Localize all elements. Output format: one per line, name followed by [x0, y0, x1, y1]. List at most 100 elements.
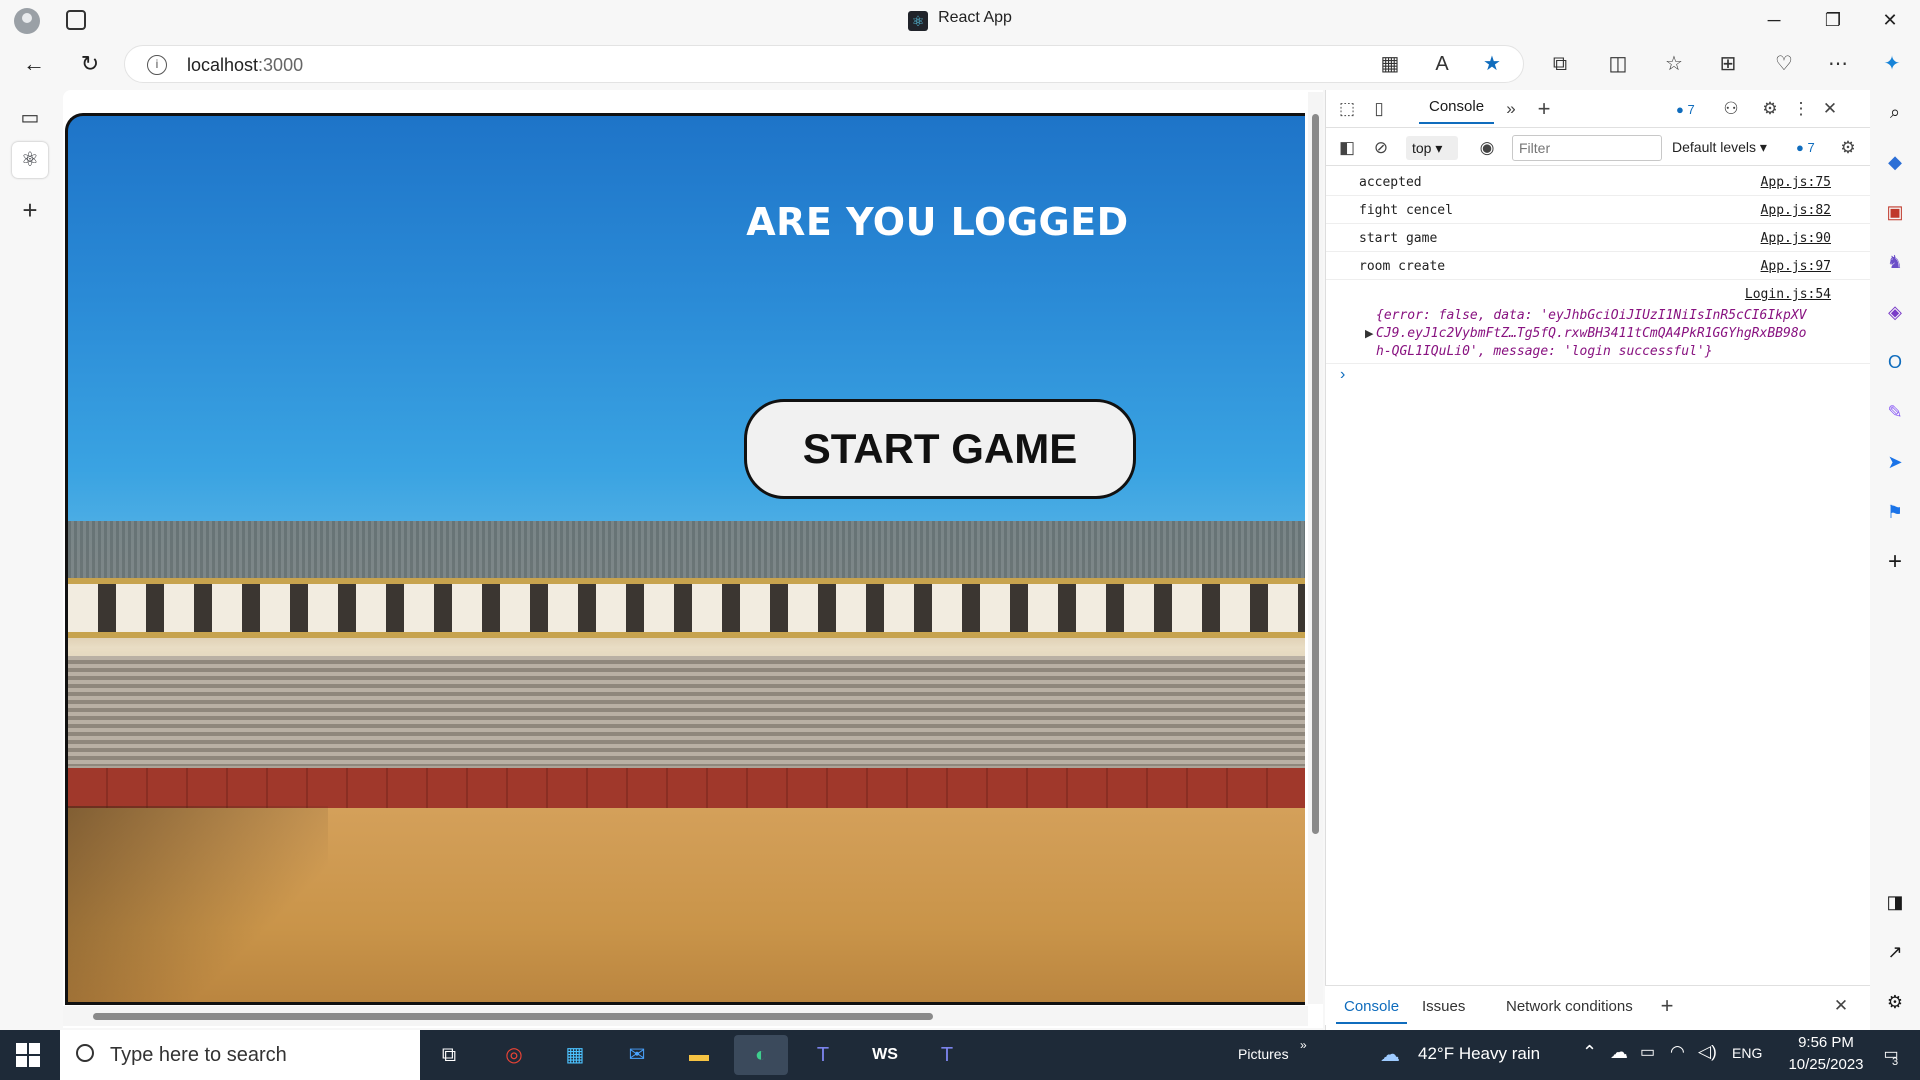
favorite-star-icon[interactable]: ★ [1478, 50, 1506, 78]
tools-icon[interactable]: ▣ [1881, 198, 1909, 226]
browser-essentials-icon[interactable]: ♡ [1770, 50, 1798, 78]
hscroll-thumb[interactable] [93, 1013, 933, 1020]
close-button[interactable]: ✕ [1867, 6, 1913, 34]
sidebar-toggle-icon[interactable]: ◧ [1335, 136, 1359, 160]
react-tab-icon[interactable]: ⚛ [12, 142, 48, 178]
log-source-link[interactable]: App.js:97 [1761, 259, 1831, 274]
address-bar[interactable]: i localhost:3000 [124, 45, 1524, 83]
copilot-icon[interactable]: ✦ [1878, 50, 1906, 78]
teams-icon[interactable]: T [920, 1035, 974, 1075]
wifi-icon[interactable]: ◠ [1670, 1042, 1685, 1062]
add-tab-icon[interactable]: + [1532, 97, 1556, 121]
start-game-button[interactable]: START GAME [744, 399, 1136, 499]
log-source-link[interactable]: App.js:90 [1761, 231, 1831, 246]
notification-center-icon[interactable]: ▭ [1876, 1040, 1906, 1070]
toolbar-expand-icon[interactable]: » [1300, 1038, 1307, 1052]
file-explorer-icon[interactable]: ▬ [672, 1035, 726, 1075]
hide-sidebar-icon[interactable]: ◨ [1881, 888, 1909, 916]
tab-console[interactable]: Console [1418, 98, 1495, 124]
taskbar: Type here to search ⧉ ◎ ▦ ✉ ▬ ◐ T WS T P… [0, 1030, 1920, 1080]
toolbar-issues-badge[interactable]: ● 7 [1796, 140, 1815, 155]
add-sidebar-app-icon[interactable]: + [1881, 548, 1909, 576]
vertical-scrollbar[interactable] [1308, 92, 1323, 1004]
microsoft-365-icon[interactable]: ◈ [1881, 298, 1909, 326]
task-view-icon[interactable]: ⧉ [422, 1035, 476, 1075]
url-port: :3000 [258, 55, 304, 75]
context-select[interactable]: top ▾ [1406, 136, 1458, 160]
device-emulation-icon[interactable]: ▯ [1367, 97, 1391, 121]
taskbar-search[interactable]: Type here to search [60, 1030, 420, 1080]
console-settings-icon[interactable]: ⚙ [1836, 136, 1860, 160]
expand-triangle-icon[interactable]: ▶ [1365, 327, 1373, 340]
log-source-link[interactable]: Login.js:54 [1745, 287, 1831, 302]
object-preview-line[interactable]: h-QGL1IQuLi0', message: 'login successfu… [1376, 344, 1836, 359]
extensions-icon[interactable]: ⧉ [1546, 50, 1574, 78]
app-available-icon[interactable]: ▦ [1376, 50, 1404, 78]
inspect-element-icon[interactable]: ⬚ [1335, 97, 1359, 121]
drawer-add-tab-icon[interactable]: + [1655, 994, 1679, 1018]
devtools-menu-icon[interactable]: ⋮ [1789, 97, 1813, 121]
drawer-tab-network-conditions[interactable]: Network conditions [1506, 998, 1633, 1015]
language-indicator[interactable]: ENG [1732, 1045, 1762, 1061]
close-drawer-icon[interactable]: ✕ [1829, 994, 1853, 1018]
horizontal-scrollbar[interactable] [63, 1006, 1308, 1026]
outlook-icon[interactable]: O [1881, 348, 1909, 376]
log-source-link[interactable]: App.js:75 [1761, 175, 1831, 190]
mail-icon[interactable]: ✉ [610, 1035, 664, 1075]
open-external-icon[interactable]: ↗ [1881, 938, 1909, 966]
remote-devices-icon[interactable]: ⚇ [1719, 97, 1743, 121]
edge-icon[interactable]: ◐ [734, 1035, 788, 1075]
shopping-tag-icon[interactable]: ◆ [1881, 148, 1909, 176]
battery-icon[interactable]: ▭ [1640, 1042, 1655, 1062]
collections-icon[interactable]: ⊞ [1714, 50, 1742, 78]
feedback-flag-icon[interactable]: ⚑ [1881, 498, 1909, 526]
filter-input[interactable] [1512, 135, 1662, 161]
weather-widget[interactable]: 42°F Heavy rain [1418, 1044, 1540, 1064]
settings-gear-icon[interactable]: ⚙ [1758, 97, 1782, 121]
restore-button[interactable]: ❐ [1810, 6, 1856, 34]
more-tabs-icon[interactable]: » [1499, 97, 1523, 121]
live-expression-eye-icon[interactable]: ◉ [1475, 136, 1499, 160]
drawer-tab-issues[interactable]: Issues [1422, 998, 1465, 1015]
clock-date[interactable]: 10/25/2023 [1774, 1056, 1878, 1073]
drop-send-icon[interactable]: ➤ [1881, 448, 1909, 476]
volume-icon[interactable]: ◁) [1698, 1042, 1717, 1062]
onedrive-icon[interactable]: ☁ [1610, 1042, 1628, 1063]
sidebar-settings-icon[interactable]: ⚙ [1881, 988, 1909, 1016]
window-title-area: ⚛ React App [0, 9, 1920, 31]
microsoft-store-icon[interactable]: ▦ [548, 1035, 602, 1075]
teams-new-icon[interactable]: T [796, 1035, 850, 1075]
scroll-thumb[interactable] [1312, 114, 1319, 834]
url-text[interactable]: localhost:3000 [187, 55, 303, 76]
log-message: accepted [1359, 175, 1422, 190]
read-aloud-icon[interactable]: A [1428, 50, 1456, 78]
site-info-icon[interactable]: i [147, 55, 167, 75]
tab-actions-menu-icon[interactable]: ▭ [12, 100, 48, 136]
object-preview-line[interactable]: CJ9.eyJ1c2VybmFtZ…Tg5fQ.rxwBH3411tCmQA4P… [1376, 326, 1836, 341]
windows-start-icon[interactable] [16, 1043, 40, 1067]
pictures-toolbar[interactable]: Pictures [1238, 1046, 1289, 1062]
back-button[interactable]: ← [18, 48, 50, 80]
games-icon[interactable]: ♞ [1881, 248, 1909, 276]
favorites-icon[interactable]: ☆ [1660, 50, 1688, 78]
more-menu-icon[interactable]: ⋯ [1824, 50, 1852, 78]
split-screen-icon[interactable]: ◫ [1604, 50, 1632, 78]
devtools-panel: ⬚ ▯ Console » + ● 7 ⚇ ⚙ ⋮ ✕ ◧ ⊘ top ▾ ◉ … [1325, 90, 1871, 1030]
clock-time[interactable]: 9:56 PM [1783, 1034, 1869, 1051]
issues-badge[interactable]: ● 7 [1676, 102, 1695, 117]
drawer-tab-console[interactable]: Console [1335, 998, 1408, 1024]
object-preview-line[interactable]: {error: false, data: 'eyJhbGciOiJIUzI1Ni… [1376, 308, 1836, 323]
log-source-link[interactable]: App.js:82 [1761, 203, 1831, 218]
minimize-button[interactable]: ─ [1751, 6, 1797, 34]
refresh-button[interactable]: ↻ [74, 48, 106, 80]
weather-icon[interactable]: ☁ [1380, 1042, 1400, 1067]
chrome-icon[interactable]: ◎ [487, 1035, 541, 1075]
search-icon[interactable]: ⌕ [1881, 98, 1909, 126]
log-levels-dropdown[interactable]: Default levels ▾ [1672, 139, 1767, 156]
close-devtools-icon[interactable]: ✕ [1818, 97, 1842, 121]
console-prompt-icon[interactable]: › [1340, 366, 1345, 384]
clear-console-icon[interactable]: ⊘ [1369, 136, 1393, 160]
show-hidden-icons-icon[interactable]: ⌃ [1582, 1042, 1597, 1063]
webstorm-icon[interactable]: WS [858, 1035, 912, 1075]
designer-icon[interactable]: ✎ [1881, 398, 1909, 426]
